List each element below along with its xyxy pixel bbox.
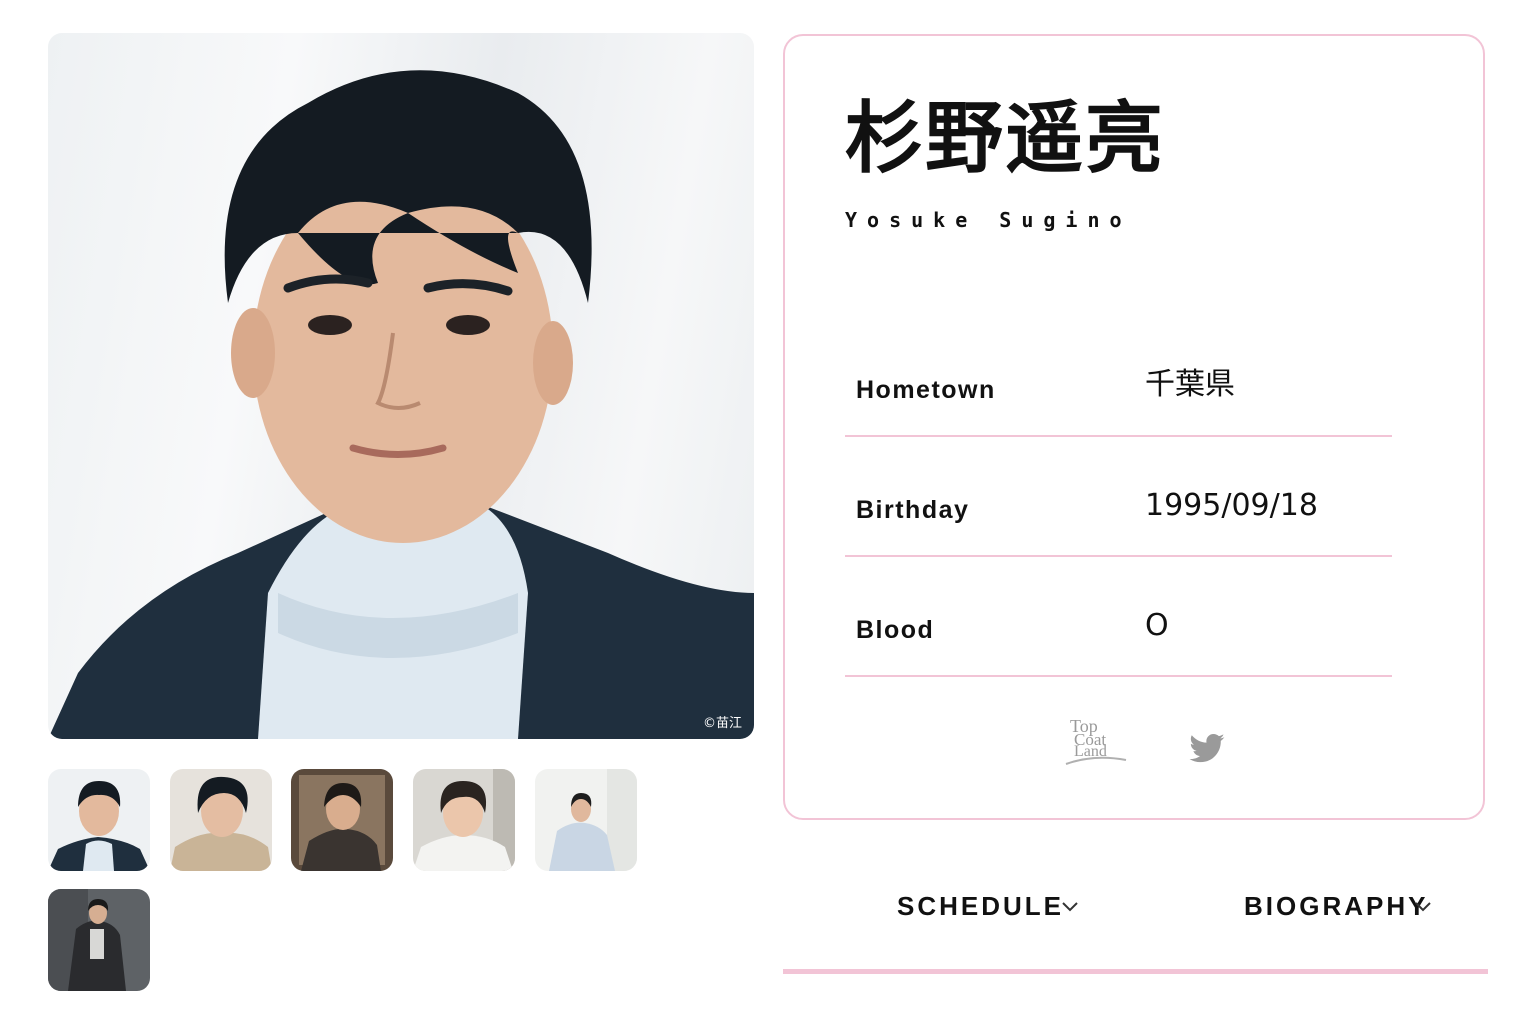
biography-chevron-down-icon[interactable] xyxy=(1414,900,1432,914)
thumbnail-4[interactable] xyxy=(413,769,515,871)
main-portrait-photo: ©苗江 xyxy=(48,33,754,739)
biography-label: BIOGRAPHY xyxy=(1244,890,1429,921)
biography-toggle[interactable]: BIOGRAPHY xyxy=(1244,884,1428,928)
blood-value: O xyxy=(1145,608,1169,643)
name-japanese: 杉野遥亮 xyxy=(845,94,1166,184)
schedule-label: SCHEDULE xyxy=(897,890,1065,921)
hometown-label: Hometown xyxy=(856,376,996,404)
thumbnail-2-image xyxy=(170,769,272,871)
thumbnail-6-image xyxy=(48,889,150,991)
info-row-blood: Blood O xyxy=(845,557,1392,677)
photo-credit: ©苗江 xyxy=(702,716,742,731)
section-divider xyxy=(783,969,1488,974)
thumbnail-1[interactable] xyxy=(48,769,150,871)
thumbnail-3[interactable] xyxy=(291,769,393,871)
topcoatland-logo-graphic: Top Coat Land xyxy=(1065,716,1127,765)
hometown-value: 千葉県 xyxy=(1145,367,1235,402)
twitter-bird-icon xyxy=(1189,733,1225,763)
birthday-label: Birthday xyxy=(856,496,970,524)
thumbnail-6[interactable] xyxy=(48,889,150,991)
info-row-birthday: Birthday 1995/09/18 xyxy=(845,437,1392,557)
blood-label: Blood xyxy=(856,616,935,644)
topcoatland-logo-icon[interactable]: Top Coat Land xyxy=(1064,714,1128,770)
thumbnail-3-image xyxy=(291,769,393,871)
thumbnail-1-image xyxy=(48,769,150,871)
name-english: Yosuke Sugino xyxy=(845,208,1132,232)
birthday-value: 1995/09/18 xyxy=(1145,488,1318,523)
thumbnail-2[interactable] xyxy=(170,769,272,871)
thumbnail-5[interactable] xyxy=(535,769,637,871)
portrait-illustration xyxy=(48,70,754,739)
thumbnail-4-image xyxy=(413,769,515,871)
schedule-toggle[interactable]: SCHEDULE xyxy=(897,884,1064,928)
schedule-chevron-down-icon[interactable] xyxy=(1061,900,1079,914)
twitter-icon[interactable] xyxy=(1186,730,1228,768)
thumbnail-5-image xyxy=(535,769,637,871)
info-row-hometown: Hometown 千葉県 xyxy=(845,317,1392,437)
